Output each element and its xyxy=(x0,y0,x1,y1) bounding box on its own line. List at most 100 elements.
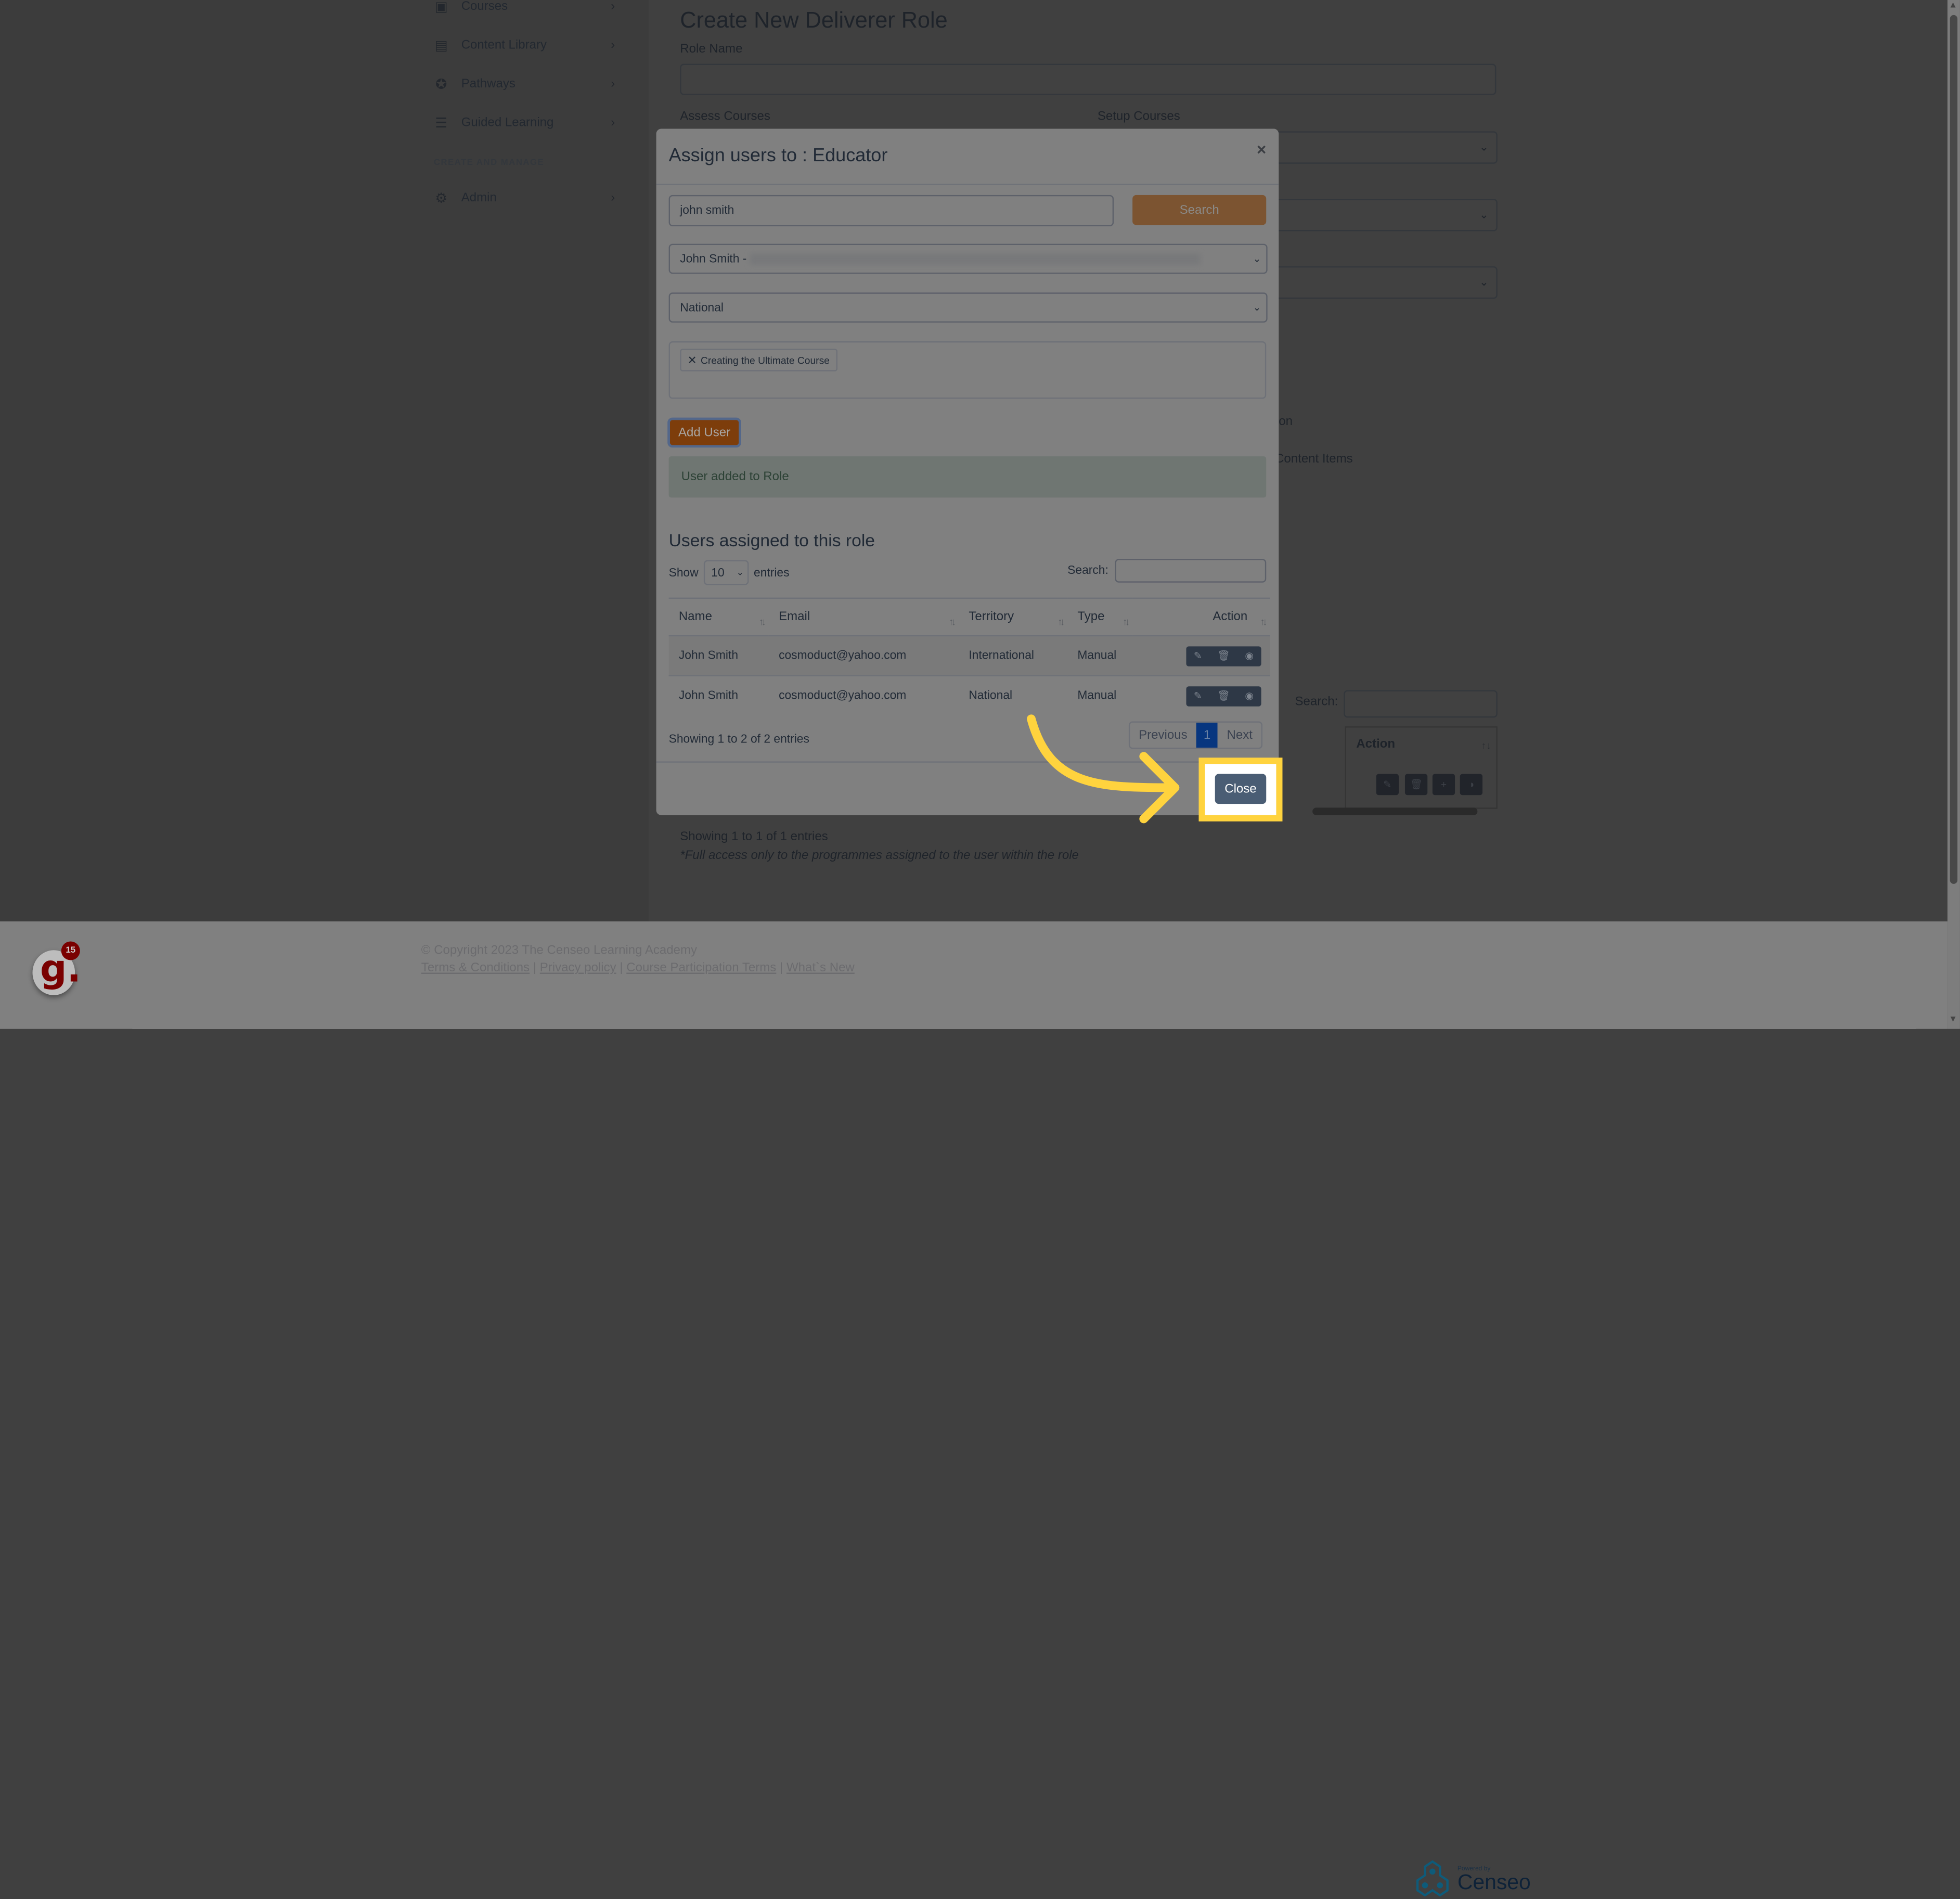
footer-links: Terms & Conditions | Privacy policy | Co… xyxy=(421,961,855,975)
course-multiselect[interactable]: ✕ Creating the Ultimate Course xyxy=(668,341,1267,399)
table-info: Showing 1 to 2 of 2 entries xyxy=(668,733,809,747)
sidebar-item-label: Courses xyxy=(461,0,508,14)
cell-type: Manual xyxy=(1067,635,1133,677)
sidebar-item-content-library[interactable]: ▤ Content Library › xyxy=(434,32,615,57)
chevron-down-icon: ⌄ xyxy=(1253,302,1261,313)
chevron-down-icon: ⌄ xyxy=(1479,140,1489,153)
remove-tag-icon[interactable]: ✕ xyxy=(688,353,697,367)
terms-link[interactable]: Terms & Conditions xyxy=(421,961,530,975)
copyright: © Copyright 2023 The Censeo Learning Aca… xyxy=(421,944,698,958)
sidebar-item-courses[interactable]: ▣ Courses › xyxy=(434,0,615,19)
horizontal-scrollbar[interactable] xyxy=(1312,807,1478,815)
table-search-input[interactable] xyxy=(1115,559,1267,583)
bg-table-search-input[interactable] xyxy=(1344,690,1498,718)
header-label: Action xyxy=(1213,610,1248,624)
sidebar-item-guided-learning[interactable]: ☰ Guided Learning › xyxy=(434,110,615,135)
chevron-down-icon: ⌄ xyxy=(736,569,744,578)
courses-icon: ▣ xyxy=(434,0,448,15)
page-length-select[interactable]: 10 ⌄ xyxy=(703,560,749,585)
eye-icon[interactable]: ◉ xyxy=(1245,690,1254,701)
users-heading: Users assigned to this role xyxy=(668,530,875,550)
role-name-input[interactable] xyxy=(680,63,1497,95)
cell-email: cosmoduct@yahoo.com xyxy=(768,635,959,677)
chevron-down-icon: ⌄ xyxy=(1253,253,1261,265)
territory-select-value: National xyxy=(680,300,724,315)
notification-count: 15 xyxy=(61,941,80,960)
column-header-email[interactable]: Email ↑↓ xyxy=(768,597,959,637)
territory-select[interactable]: National ⌄ xyxy=(668,292,1268,323)
sidebar-section-label: CREATE AND MANAGE xyxy=(433,159,545,168)
trash-icon[interactable]: 🗑 xyxy=(1217,690,1230,701)
sort-icon: ↑↓ xyxy=(1481,740,1491,752)
scroll-up-icon[interactable]: ▲ xyxy=(1949,1,1957,10)
header-label: Type xyxy=(1077,610,1105,624)
setup-courses-select[interactable]: ⌄ xyxy=(1250,131,1498,164)
users-table: Name ↑↓ Email ↑↓ Territory ↑↓ Type ↑↓ Action… xyxy=(668,597,1270,715)
trash-icon[interactable]: 🗑 xyxy=(1217,650,1230,662)
modal-header: Assign users to : Educator × xyxy=(656,129,1279,185)
gear-icon: ⚙ xyxy=(435,190,448,206)
vertical-scrollbar[interactable]: ▲ ▼ xyxy=(1947,0,1960,1029)
column-header-type[interactable]: Type ↑↓ xyxy=(1067,597,1133,637)
cell-name: John Smith xyxy=(668,635,769,677)
user-select[interactable]: John Smith - ⌄ xyxy=(668,243,1268,274)
column-header-action[interactable]: Action ↑↓ xyxy=(1132,597,1270,637)
table-row: John Smith cosmoduct@yahoo.com Internati… xyxy=(668,635,1270,677)
scrollbar-thumb[interactable] xyxy=(1950,15,1958,884)
guide-widget-button[interactable]: g. 15 xyxy=(32,941,81,995)
row-actions: ✎ 🗑 ◉ xyxy=(1186,646,1261,666)
background-select-3[interactable]: ⌄ xyxy=(1250,266,1498,299)
cell-email: cosmoduct@yahoo.com xyxy=(779,689,907,703)
book-icon: ▤ xyxy=(434,38,448,54)
eye-icon[interactable]: ◉ xyxy=(1245,650,1254,662)
column-header-name[interactable]: Name ↑↓ xyxy=(668,597,769,637)
plus-icon[interactable]: + xyxy=(1432,774,1455,795)
annotation-arrow xyxy=(1027,714,1180,824)
sidebar-item-pathways[interactable]: ✪ Pathways › xyxy=(434,71,615,96)
clipboard-list-icon: ☰ xyxy=(435,116,448,131)
selected-course-tag: ✕ Creating the Ultimate Course xyxy=(680,349,837,371)
privacy-link[interactable]: Privacy policy xyxy=(540,961,616,975)
next-page-button[interactable]: Next xyxy=(1218,723,1261,748)
edit-icon[interactable]: ✎ xyxy=(1376,774,1399,795)
separator: | xyxy=(776,961,786,976)
brand-name: Censeo xyxy=(1457,1870,1531,1894)
add-user-button[interactable]: Add User xyxy=(667,417,741,448)
trash-icon[interactable]: 🗑 xyxy=(1404,774,1428,795)
sort-icon: ↑↓ xyxy=(948,616,956,628)
close-icon[interactable]: × xyxy=(1257,140,1266,159)
background-select-2[interactable]: ⌄ xyxy=(1250,199,1498,232)
scroll-down-icon[interactable]: ▼ xyxy=(1949,1015,1957,1024)
table-header-row: Name ↑↓ Email ↑↓ Territory ↑↓ Type ↑↓ Action… xyxy=(668,597,1270,637)
toggle-icon[interactable]: ◑ xyxy=(1460,774,1482,795)
participation-terms-link[interactable]: Course Participation Terms xyxy=(626,961,776,975)
separator: | xyxy=(616,961,627,976)
chevron-down-icon: ⌄ xyxy=(1479,208,1489,221)
sidebar-item-admin[interactable]: ⚙ Admin › xyxy=(434,185,615,210)
edit-icon[interactable]: ✎ xyxy=(1194,650,1202,662)
sidebar-item-label: Pathways xyxy=(461,76,515,91)
chevron-right-icon: › xyxy=(611,76,615,91)
sort-icon: ↑↓ xyxy=(1122,616,1130,628)
redacted-text xyxy=(750,253,1201,265)
bg-table-action-header: Action xyxy=(1356,737,1396,752)
header-label: Territory xyxy=(969,610,1014,624)
sort-icon: ↑↓ xyxy=(1057,616,1065,628)
close-button[interactable]: Close xyxy=(1215,774,1267,804)
chevron-right-icon: › xyxy=(611,38,615,52)
user-search-input[interactable]: john smith xyxy=(668,195,1114,226)
page-title: Create New Deliverer Role xyxy=(680,7,948,33)
bg-table-info: Showing 1 to 1 of 1 entries xyxy=(680,830,828,844)
whats-new-link[interactable]: What`s New xyxy=(786,961,855,975)
censeo-logo-icon xyxy=(1416,1860,1449,1897)
show-label: Show xyxy=(668,566,699,580)
search-button[interactable]: Search xyxy=(1132,195,1267,225)
arrow-shaft xyxy=(1027,714,1180,792)
bg-table: Action ↑↓ ✎ 🗑 + ◑ xyxy=(1345,726,1498,809)
modal-title: Assign users to : Educator xyxy=(668,145,888,166)
screen: ▣ Courses › ▤ Content Library › ✪ Pathwa… xyxy=(0,0,1960,1897)
column-header-territory[interactable]: Territory ↑↓ xyxy=(959,597,1068,637)
header-label: Name xyxy=(678,610,712,624)
chevron-right-icon: › xyxy=(611,116,615,130)
role-name-label: Role Name xyxy=(680,42,743,57)
